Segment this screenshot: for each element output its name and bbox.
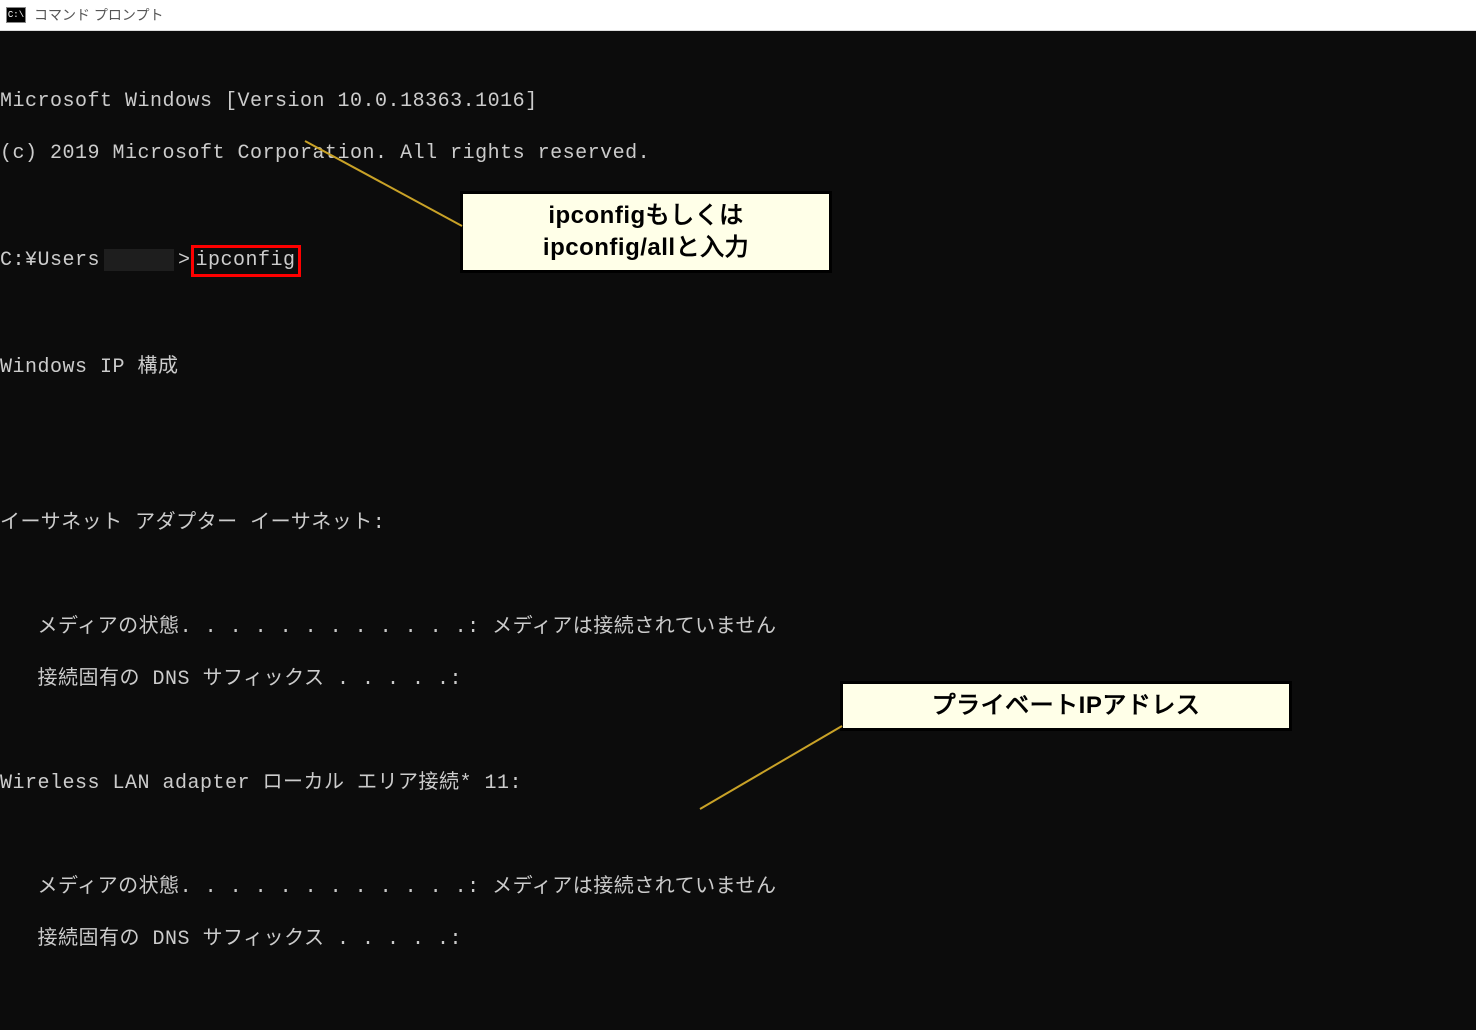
annotation-ipconfig-line2: ipconfig/allと入力 <box>481 232 811 264</box>
annotation-ipconfig-line1: ipconfigもしくは <box>481 200 811 232</box>
cmd-icon: C:\ <box>6 7 26 23</box>
terminal-area[interactable]: Microsoft Windows [Version 10.0.18363.10… <box>0 31 1476 1030</box>
eth-media-state: メディアの状態. . . . . . . . . . . .: メディアは接続さ… <box>0 615 1476 641</box>
annotation-ipconfig: ipconfigもしくは ipconfig/allと入力 <box>460 191 832 273</box>
wlan11-dns-suffix: 接続固有の DNS サフィックス . . . . .: <box>0 927 1476 953</box>
command-text: ipconfig <box>196 249 296 272</box>
annotation-private-ip-text: プライベートIPアドレス <box>932 692 1201 719</box>
copyright-line: (c) 2019 Microsoft Corporation. All righ… <box>0 141 1476 167</box>
prompt-path: C:¥Users <box>0 249 100 272</box>
annotation-private-ip: プライベートIPアドレス <box>840 681 1292 731</box>
title-bar: C:\ コマンド プロンプト <box>0 0 1476 31</box>
wlan11-header: Wireless LAN adapter ローカル エリア接続* 11: <box>0 771 1476 797</box>
wlan11-media-state: メディアの状態. . . . . . . . . . . .: メディアは接続さ… <box>0 875 1476 901</box>
prompt-caret: > <box>178 249 191 272</box>
command-highlight: ipconfig <box>191 245 301 277</box>
window-title: コマンド プロンプト <box>34 5 163 25</box>
redacted-username <box>104 249 174 271</box>
version-line: Microsoft Windows [Version 10.0.18363.10… <box>0 89 1476 115</box>
ethernet-header: イーサネット アダプター イーサネット: <box>0 511 1476 537</box>
ip-config-title: Windows IP 構成 <box>0 355 1476 381</box>
